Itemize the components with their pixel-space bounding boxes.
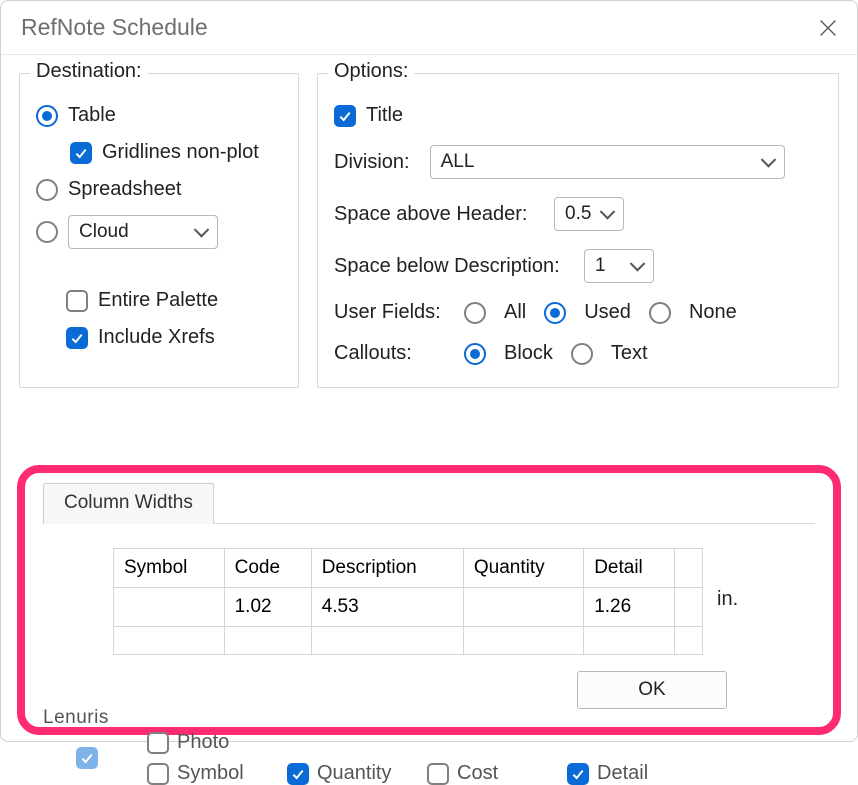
checkbox-gridlines-label: Gridlines non-plot	[102, 141, 259, 164]
peek-photo-label: Photo	[177, 731, 229, 754]
checkbox-gridlines[interactable]	[70, 142, 92, 164]
user-fields-label: User Fields:	[334, 301, 464, 324]
callouts-label: Callouts:	[334, 342, 464, 365]
col-header: Symbol	[114, 549, 225, 588]
peek-section: Lenuris Photo Symbol	[37, 709, 821, 785]
cw-cell[interactable]: 1.26	[584, 588, 675, 627]
window-title: RefNote Schedule	[21, 14, 208, 41]
col-header: Description	[311, 549, 463, 588]
radio-uf-none[interactable]	[649, 302, 671, 324]
cloud-select-value: Cloud	[79, 221, 129, 243]
space-above-select[interactable]: 0.5	[554, 197, 624, 231]
checkbox-title[interactable]	[334, 105, 356, 127]
cw-cell[interactable]	[675, 588, 703, 627]
radio-spreadsheet[interactable]	[36, 179, 58, 201]
col-header: Detail	[584, 549, 675, 588]
column-widths-table: Symbol Code Description Quantity Detail …	[113, 548, 703, 655]
close-icon[interactable]	[817, 17, 839, 39]
checkbox-include-xrefs-label: Include Xrefs	[98, 326, 215, 349]
space-above-value: 0.5	[565, 203, 591, 225]
checkbox-entire-palette[interactable]	[66, 290, 88, 312]
radio-spreadsheet-label: Spreadsheet	[68, 178, 181, 201]
destination-panel: Destination: Table Gridlines non-plot Sp…	[19, 73, 299, 388]
radio-cloud[interactable]	[36, 221, 58, 243]
space-below-label: Space below Description:	[334, 255, 584, 278]
callouts-group: Block Text	[464, 342, 648, 365]
radio-uf-none-label: None	[689, 301, 737, 324]
cw-cell[interactable]: 4.53	[311, 588, 463, 627]
peek-detail-label: Detail	[597, 762, 648, 785]
table-row	[114, 627, 703, 655]
options-panel: Options: Title Division: ALL Space above…	[317, 73, 839, 388]
user-fields-group: All Used None	[464, 301, 737, 324]
dialog-window: RefNote Schedule Destination: Table Grid…	[0, 0, 858, 742]
checkbox-entire-palette-label: Entire Palette	[98, 289, 218, 312]
table-row: 1.02 4.53 1.26	[114, 588, 703, 627]
tab-column-widths[interactable]: Column Widths	[43, 483, 214, 524]
radio-table-label: Table	[68, 104, 116, 127]
division-value: ALL	[441, 151, 475, 173]
cw-cell[interactable]	[463, 588, 583, 627]
radio-co-block-label: Block	[504, 342, 553, 365]
column-widths-overlay: Column Widths Symbol Code Description Qu…	[17, 465, 841, 735]
cloud-select[interactable]: Cloud	[68, 215, 218, 249]
division-select[interactable]: ALL	[430, 145, 785, 179]
dialog-body: Destination: Table Gridlines non-plot Sp…	[1, 55, 857, 741]
checkbox-symbol[interactable]	[147, 763, 169, 785]
destination-legend: Destination:	[30, 60, 148, 83]
cw-cell[interactable]: 1.02	[224, 588, 311, 627]
col-header: Quantity	[463, 549, 583, 588]
checkbox-photo[interactable]	[147, 732, 169, 754]
radio-uf-all-label: All	[504, 301, 526, 324]
peek-symbol-label: Symbol	[177, 762, 244, 785]
radio-co-text-label: Text	[611, 342, 648, 365]
radio-uf-used-label: Used	[584, 301, 631, 324]
peek-quantity-label: Quantity	[317, 762, 391, 785]
space-above-label: Space above Header:	[334, 203, 554, 226]
checkbox-quantity[interactable]	[287, 763, 309, 785]
peek-legend: Lenuris	[43, 707, 109, 729]
col-header: Code	[224, 549, 311, 588]
options-legend: Options:	[328, 60, 414, 83]
radio-uf-used[interactable]	[544, 302, 566, 324]
checkbox-cost[interactable]	[427, 763, 449, 785]
unit-label: in.	[717, 548, 738, 611]
space-below-select[interactable]: 1	[584, 249, 654, 283]
checkbox-include-xrefs[interactable]	[66, 327, 88, 349]
radio-uf-all[interactable]	[464, 302, 486, 324]
division-label: Division:	[334, 151, 410, 174]
col-header	[675, 549, 703, 588]
space-below-value: 1	[595, 255, 606, 277]
radio-co-text[interactable]	[571, 343, 593, 365]
radio-co-block[interactable]	[464, 343, 486, 365]
titlebar: RefNote Schedule	[1, 1, 857, 55]
ok-button[interactable]: OK	[577, 671, 727, 709]
cw-cell[interactable]	[114, 588, 225, 627]
checkbox-peek-main[interactable]	[76, 747, 98, 769]
radio-table[interactable]	[36, 105, 58, 127]
checkbox-detail[interactable]	[567, 763, 589, 785]
peek-cost-label: Cost	[457, 762, 498, 785]
table-row: Symbol Code Description Quantity Detail	[114, 549, 703, 588]
checkbox-title-label: Title	[366, 104, 403, 127]
